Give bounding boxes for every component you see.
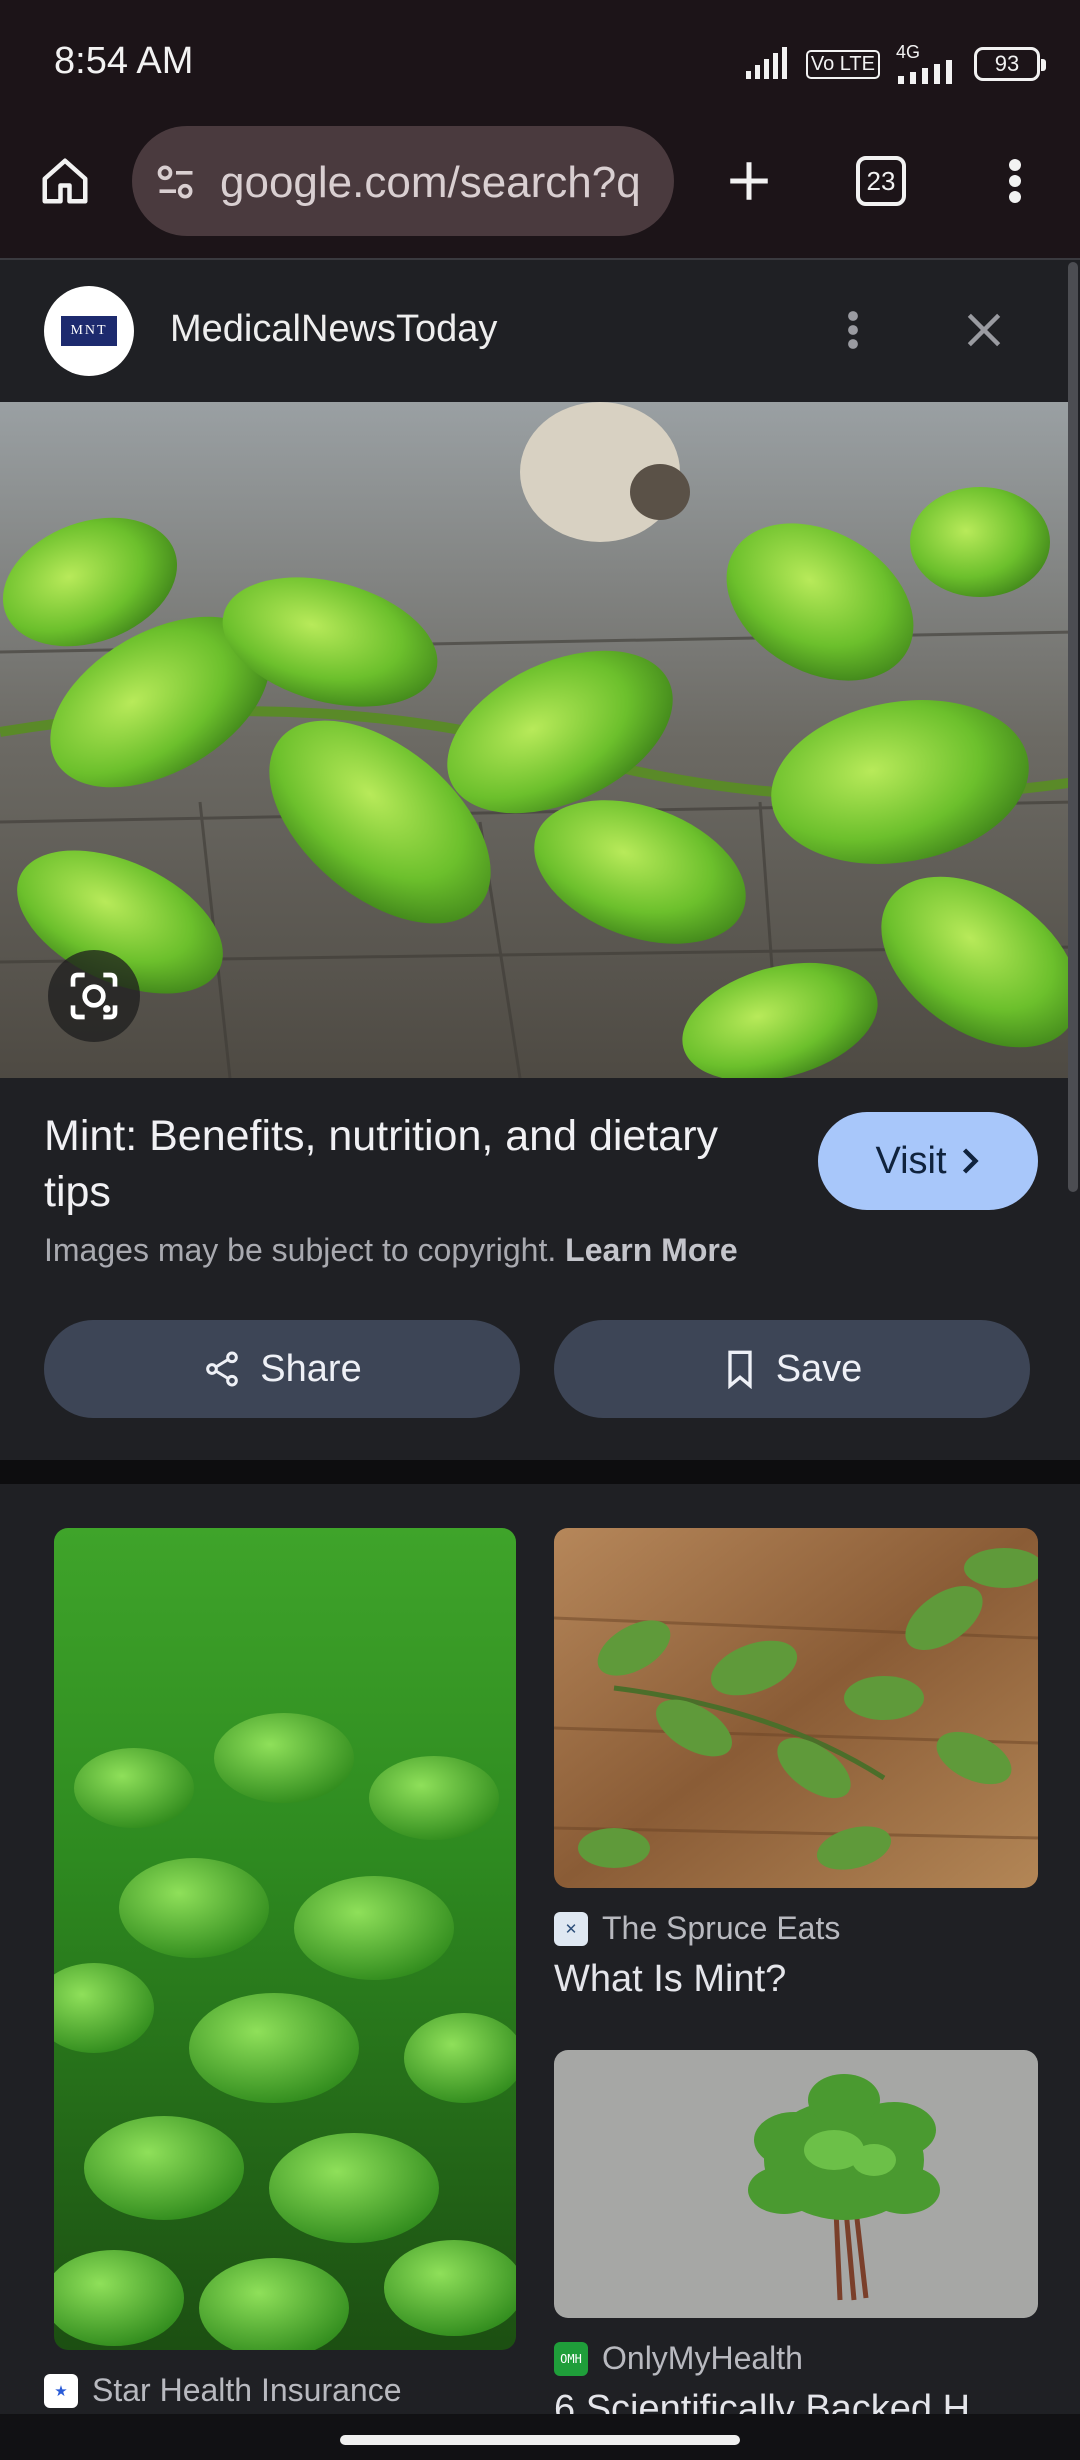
tab-count: 23	[866, 165, 896, 196]
share-button[interactable]: Share	[44, 1320, 520, 1418]
browser-menu-button[interactable]	[1000, 150, 1030, 212]
related-source-3-name: OnlyMyHealth	[602, 2340, 803, 2376]
result-title[interactable]: Mint: Benefits, nutrition, and dietary t…	[44, 1108, 764, 1220]
learn-more-link[interactable]: Learn More	[565, 1232, 737, 1268]
related-source-2[interactable]: ✕ The Spruce Eats	[554, 1910, 840, 1947]
share-label: Share	[260, 1347, 362, 1390]
section-divider	[0, 1460, 1080, 1484]
more-vert-icon	[848, 311, 858, 349]
source-more-button[interactable]	[838, 302, 868, 358]
site-settings-icon[interactable]	[154, 160, 198, 209]
mnt-logo: MNT	[61, 316, 117, 346]
onlymyhealth-favicon: OMH	[554, 2341, 588, 2376]
chevron-right-icon	[962, 1148, 979, 1174]
related-image-1[interactable]	[54, 1528, 516, 2350]
related-title-2[interactable]: What Is Mint?	[554, 1958, 786, 2001]
scrollbar[interactable]	[1068, 262, 1078, 1192]
gesture-handle[interactable]	[340, 2435, 740, 2445]
plus-icon	[730, 162, 768, 200]
signal-icon	[745, 47, 787, 79]
related-image-2[interactable]	[554, 1528, 1038, 1888]
battery-icon: 93	[974, 47, 1046, 81]
related-source-3[interactable]: OMH OnlyMyHealth	[554, 2340, 803, 2377]
home-icon	[42, 158, 88, 204]
lens-icon	[70, 972, 118, 1020]
save-button[interactable]: Save	[554, 1320, 1030, 1418]
google-lens-button[interactable]	[48, 950, 140, 1042]
new-tab-button[interactable]	[718, 150, 780, 212]
spruce-eats-favicon: ✕	[554, 1911, 588, 1946]
hero-mint-image[interactable]	[0, 402, 1076, 1078]
related-source-2-name: The Spruce Eats	[602, 1910, 841, 1946]
close-button[interactable]	[956, 302, 1012, 358]
url-text[interactable]: google.com/search?q	[220, 158, 668, 208]
visit-label: Visit	[875, 1139, 947, 1182]
copyright-text: Images may be subject to copyright.	[44, 1232, 557, 1268]
source-header	[0, 260, 1080, 402]
network-type: 4G	[896, 42, 921, 62]
close-icon	[967, 313, 1001, 347]
related-title-3[interactable]: 6 Scientifically Backed H	[554, 2388, 970, 2416]
source-favicon[interactable]: MNT	[44, 286, 134, 376]
status-icons: Vo LTE 4G 93	[744, 42, 1046, 84]
volte-icon: Vo LTE	[805, 49, 880, 79]
home-button[interactable]	[34, 150, 96, 212]
source-name[interactable]: MedicalNewsToday	[170, 308, 497, 351]
share-icon	[206, 1351, 239, 1387]
save-label: Save	[775, 1347, 863, 1390]
bookmark-icon	[728, 1350, 752, 1389]
related-image-3[interactable]	[554, 2050, 1038, 2318]
star-health-favicon: ★	[44, 2373, 78, 2408]
copyright-notice: Images may be subject to copyright. Lear…	[44, 1232, 738, 1269]
signal-icon-2	[898, 60, 952, 84]
tab-switcher-button[interactable]: 23	[856, 156, 906, 206]
related-source-1[interactable]: ★ Star Health Insurance	[44, 2372, 402, 2409]
more-vert-icon	[1009, 159, 1021, 203]
related-source-1-name: Star Health Insurance	[92, 2372, 402, 2408]
status-time: 8:54 AM	[54, 40, 194, 82]
visit-button[interactable]: Visit	[818, 1112, 1038, 1210]
